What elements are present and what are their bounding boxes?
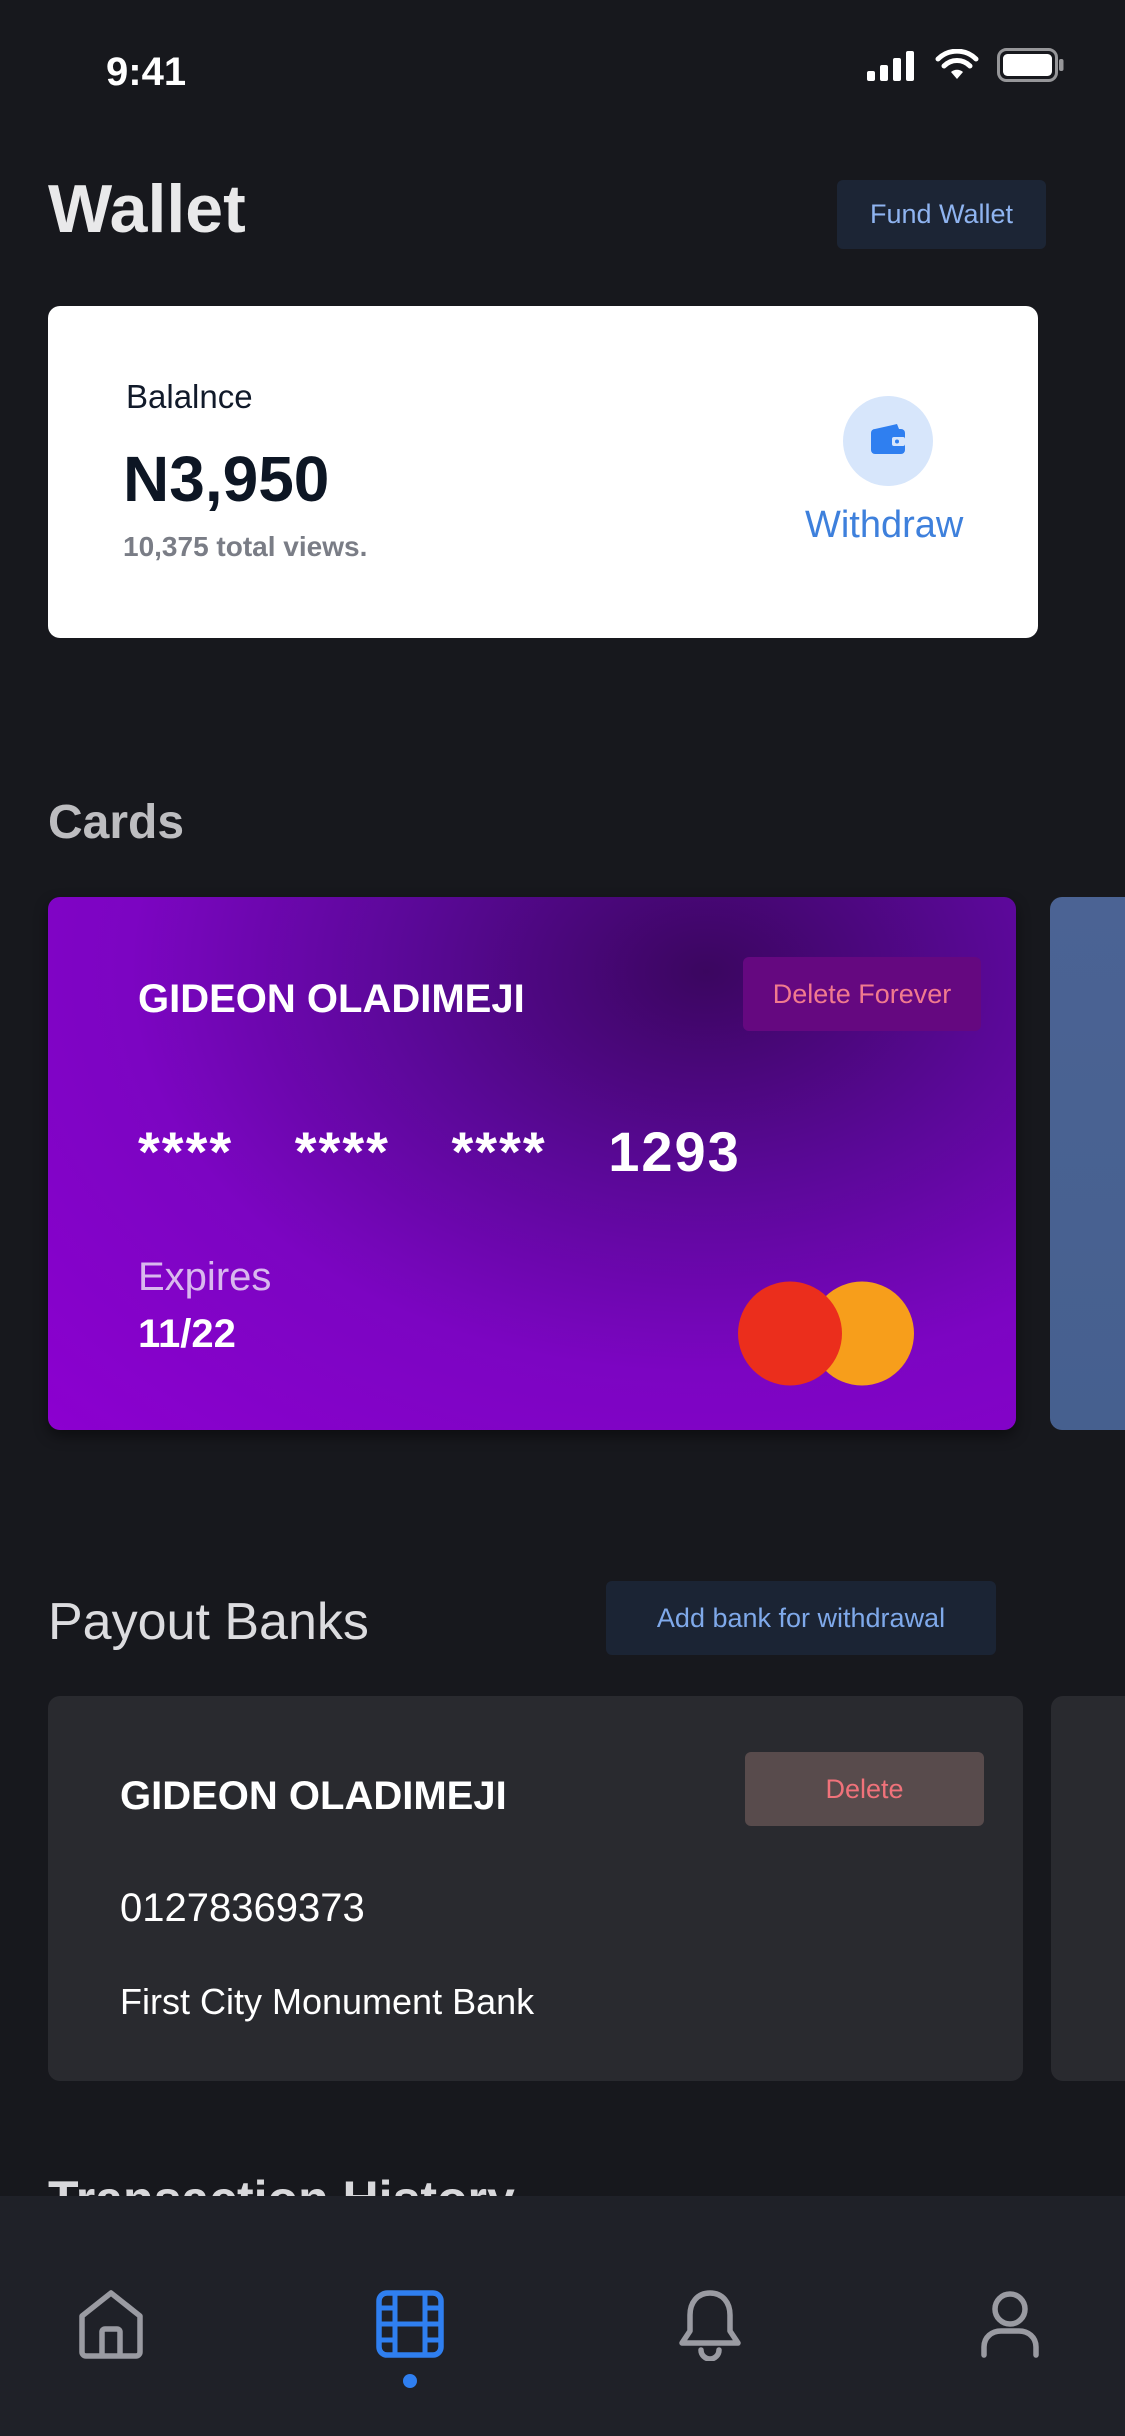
card-number: **** **** **** 1293	[138, 1120, 741, 1183]
balance-card: Balalnce N3,950 10,375 total views. With…	[48, 306, 1038, 638]
bank-card[interactable]: GIDEON OLADIMEJI Delete 01278369373 Firs…	[48, 1696, 1023, 2081]
page-title: Wallet	[48, 171, 246, 247]
tab-bar	[0, 2196, 1125, 2436]
card-expires-label: Expires	[138, 1255, 272, 1299]
next-bank-preview[interactable]	[1051, 1696, 1125, 2081]
fund-wallet-button[interactable]: Fund Wallet	[837, 180, 1046, 249]
card-holder-name: GIDEON OLADIMEJI	[138, 977, 525, 1021]
status-icons	[867, 48, 1065, 87]
bank-account-number: 01278369373	[120, 1886, 365, 1930]
film-icon	[375, 2289, 445, 2364]
status-bar: 9:41	[0, 0, 1125, 140]
tab-profile[interactable]	[970, 2286, 1050, 2366]
balance-amount: N3,950	[123, 443, 330, 515]
user-icon	[979, 2289, 1041, 2364]
tab-home[interactable]	[71, 2286, 151, 2366]
withdraw-button[interactable]	[843, 396, 933, 486]
active-tab-indicator	[403, 2374, 417, 2388]
balance-views: 10,375 total views.	[123, 531, 368, 562]
delete-bank-button[interactable]: Delete	[745, 1752, 984, 1826]
status-time: 9:41	[106, 50, 187, 94]
mastercard-icon	[736, 1280, 918, 1387]
bank-name: First City Monument Bank	[120, 1981, 535, 2022]
cards-section-title: Cards	[48, 796, 185, 849]
wallet-icon	[869, 422, 907, 461]
balance-label: Balalnce	[126, 378, 253, 415]
tab-media[interactable]	[370, 2286, 450, 2366]
payout-section-title: Payout Banks	[48, 1593, 369, 1651]
add-bank-button[interactable]: Add bank for withdrawal	[606, 1581, 996, 1655]
withdraw-label[interactable]: Withdraw	[805, 504, 963, 547]
credit-card[interactable]: GIDEON OLADIMEJI Delete Forever **** ***…	[48, 897, 1016, 1430]
wifi-icon	[935, 48, 979, 86]
signal-icon	[867, 49, 917, 86]
delete-card-button[interactable]: Delete Forever	[743, 957, 981, 1031]
bell-icon	[677, 2287, 743, 2366]
tab-notifications[interactable]	[670, 2286, 750, 2366]
card-expiry: 11/22	[138, 1312, 236, 1356]
next-card-preview[interactable]	[1050, 897, 1125, 1430]
home-icon	[76, 2288, 146, 2365]
bank-holder-name: GIDEON OLADIMEJI	[120, 1774, 507, 1818]
battery-icon	[997, 48, 1065, 87]
